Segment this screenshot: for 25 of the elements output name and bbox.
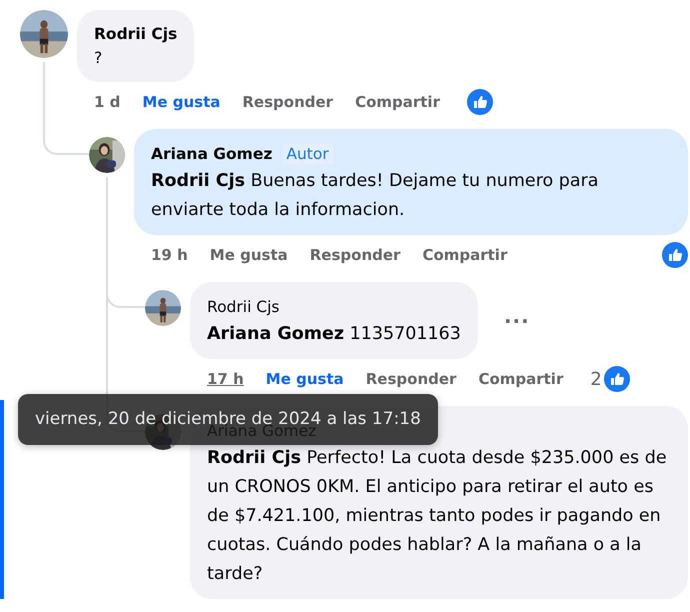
- author-badge: Autor: [282, 143, 333, 165]
- like-button[interactable]: Me gusta: [210, 246, 288, 264]
- share-button[interactable]: Compartir: [478, 370, 564, 388]
- share-button[interactable]: Compartir: [355, 93, 440, 111]
- comment-text: ?: [94, 48, 104, 69]
- like-button[interactable]: Me gusta: [142, 93, 220, 111]
- timestamp-link[interactable]: 1 d: [94, 93, 120, 111]
- like-button[interactable]: Me gusta: [266, 370, 344, 388]
- more-button[interactable]: ···: [498, 304, 536, 336]
- author-name[interactable]: Rodrii Cjs: [207, 294, 280, 320]
- reply-button[interactable]: Responder: [242, 93, 334, 111]
- reply-button[interactable]: Responder: [366, 370, 456, 388]
- reaction-count: 2: [590, 368, 602, 390]
- share-button[interactable]: Compartir: [422, 246, 508, 264]
- reply-button[interactable]: Responder: [310, 246, 400, 264]
- comment-text: Rodrii Cjs Perfecto! La cuota desde $235.000 es de un CRONOS 0KM. El anticipo para retirar el auto es de $7.421.100, mientras tanto podes ir pagando en cuotas. Cuándo podes hablar? A la mañana o a la tarde?: [207, 447, 668, 586]
- author-name[interactable]: Rodrii Cjs: [94, 22, 178, 46]
- timestamp-link[interactable]: 19 h: [151, 246, 188, 264]
- author-name[interactable]: Ariana Gomez: [151, 141, 272, 167]
- like-icon: [604, 366, 630, 392]
- like-icon: [662, 242, 688, 268]
- comment-text: Rodrii Cjs Buenas tardes! Dejame tu numero para enviarte toda la informacion.: [151, 170, 600, 222]
- timestamp-link[interactable]: 17 h: [207, 370, 244, 388]
- like-icon: [466, 89, 493, 115]
- comment-text: Ariana Gomez 1135701163: [207, 323, 461, 346]
